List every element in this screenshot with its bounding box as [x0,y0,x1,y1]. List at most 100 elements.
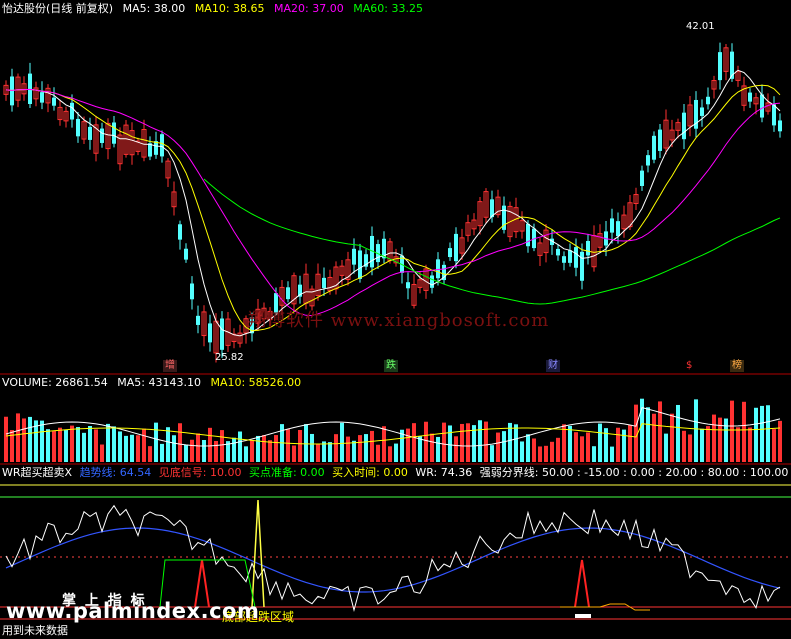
marker-ranking[interactable]: 榜 [730,360,744,372]
volume-bar-up [346,436,350,462]
volume-bar-up [712,414,716,462]
volume-bar-up [16,413,20,462]
volume-bar-down [520,441,524,462]
volume-bar-down [106,423,110,462]
stock-title[interactable]: 怡达股份(日线 前复权) [2,2,113,15]
candle-down [352,248,356,265]
volume-bar-down [124,435,128,462]
volume-bar-down [436,436,440,462]
wr-value: WR: 74.36 [415,466,473,479]
marker-increase[interactable]: 增 [163,360,177,372]
volume-bar-up [748,427,752,462]
buy-time-spike [251,499,265,608]
volume-bar-up [538,446,542,462]
volume-bar-up [220,430,224,462]
volume-bar-up [142,428,146,462]
volume-bar-down [322,441,326,462]
volume-bar-down [130,434,134,462]
volume-bar-up [100,444,104,462]
volume-bar-down [64,429,68,462]
marker-finance[interactable]: 财 [546,360,560,372]
candle-down [70,102,74,120]
candle-down [568,250,572,263]
volume-bar-down [184,444,188,462]
buy-prepare-value: 买点准备: 0.00 [248,466,325,479]
candle-down [406,282,410,289]
candle-down [778,120,782,132]
volume-bar-down [46,429,50,462]
volume-bar-up [706,426,710,462]
indicator-header: WR超买超卖X 趋势线: 64.54 见底信号: 10.00 买点准备: 0.0… [2,466,791,480]
volume-bar-up [4,416,8,462]
volume-bar-up [52,430,56,462]
volume-bar-up [250,440,254,462]
volume-header: VOLUME: 26861.54 MA5: 43143.10 MA10: 585… [2,376,307,390]
volume-bar-down [304,424,308,462]
volume-bar-up [424,421,428,462]
volume-bar-up [580,436,584,462]
volume-bar-down [364,434,368,462]
volume-bar-up [262,435,266,462]
volume-bar-up [190,439,194,462]
low-price-label: 25.82 [215,352,244,363]
volume-bar-up [628,424,632,462]
marker-drop[interactable]: 跌 [384,360,398,372]
candle-down [430,275,434,288]
candle-down [190,283,194,300]
candle-down [700,107,704,116]
ma5-line [5,69,781,337]
bottom-signal-value: 见底信号: 10.00 [158,466,242,479]
candle-down [586,240,590,256]
candle-down [184,248,188,260]
candle-down [772,104,776,126]
candle-down [160,134,164,157]
candle-down [178,224,182,240]
marker-dollar[interactable]: $ [684,360,694,372]
volume-bar-down [88,426,92,462]
volume-bar-down [568,425,572,462]
volume-bar-down [160,443,164,462]
volume-bar-up [682,430,686,462]
boundary-value: 强弱分界线: 50.00 [479,466,574,479]
trend-line-value: 趋势线: 64.54 [79,466,152,479]
candle-down [454,233,458,262]
footer-url[interactable]: www.palmindex.com [6,601,259,622]
candle-down [562,256,566,263]
volume-bar-down [754,407,758,462]
volume-bars [4,398,782,462]
volume-bar-down [676,404,680,462]
candle-down [100,128,104,143]
volume-bar-up [670,413,674,462]
volume-bar-down [610,446,614,462]
candle-down [76,118,80,137]
ma20-value: MA20: 37.00 [274,2,344,15]
volume-bar-up [736,427,740,462]
signal-block [575,614,591,618]
volume-bar-up [268,440,272,462]
volume-bar-up [208,427,212,462]
candle-down [10,76,14,106]
buy-time-value: 买入时间: 0.00 [332,466,408,479]
candle-down [448,248,452,258]
candle-down [646,155,650,166]
indicator-name[interactable]: WR超买超卖X [2,466,72,479]
bottom-signal-spike [574,559,590,608]
volume-bar-down [82,432,86,462]
volume-bar-down [256,435,260,462]
candle-down [40,92,44,103]
main-header: 怡达股份(日线 前复权) MA5: 38.00 MA10: 38.65 MA20… [2,2,429,16]
volume-bar-up [370,430,374,462]
volume-bar-up [148,446,152,462]
volume-bar-up [688,434,692,462]
candle-down [640,170,644,186]
volume-bar-up [292,445,296,462]
volume-bar-up [574,432,578,462]
volume-bar-down [724,418,728,462]
volume-bar-up [454,436,458,462]
candle-down [28,73,32,105]
volume-bar-up [550,441,554,462]
volume-bar-up [376,444,380,462]
candle-down [556,248,560,256]
volume-bar-up [586,432,590,462]
volume-value: VOLUME: 26861.54 [2,376,108,389]
